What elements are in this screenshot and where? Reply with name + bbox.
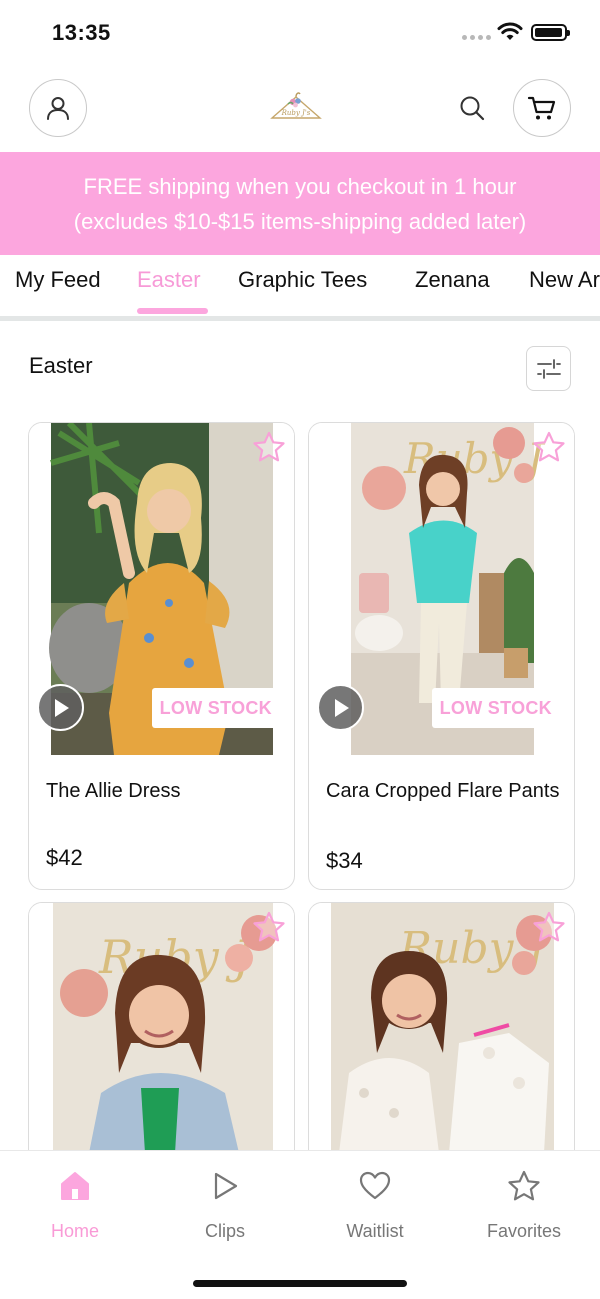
account-button[interactable] (29, 79, 87, 137)
hanger-logo-icon[interactable]: Ruby J's (268, 88, 324, 128)
category-tabs: My Feed Easter Graphic Tees Zenana New A… (0, 255, 600, 317)
section-title: Easter (29, 353, 93, 378)
favorite-star-icon[interactable] (532, 431, 566, 463)
favorite-star-icon[interactable] (252, 911, 286, 943)
nav-favorites[interactable]: Favorites (469, 1169, 579, 1242)
product-card[interactable]: LOW STOCK The Allie Dress $42 (28, 422, 295, 890)
nav-favorites-label: Favorites (486, 1221, 562, 1241)
person-icon (47, 97, 69, 120)
bottom-nav: Home Clips Waitlist Favorites (0, 1150, 600, 1299)
home-icon (61, 1172, 89, 1200)
product-name[interactable]: The Allie Dress (46, 776, 281, 806)
play-icon (54, 698, 69, 717)
active-tab-indicator (137, 308, 208, 314)
play-outline-icon (214, 1172, 238, 1200)
product-price: $34 (326, 848, 363, 873)
nav-home-label: Home (50, 1221, 99, 1241)
cart-button[interactable] (513, 79, 571, 137)
app-header: Ruby J's (0, 66, 600, 152)
wifi-icon (497, 22, 523, 40)
product-name[interactable]: Cara Cropped Flare Pants (326, 776, 561, 806)
tab-easter[interactable]: Easter (137, 267, 201, 293)
status-time: 13:35 (52, 20, 111, 45)
status-bar: 13:35 (0, 0, 600, 66)
favorite-star-icon[interactable] (252, 431, 286, 463)
promo-banner-line2: (excludes $10-$15 items-shipping added l… (73, 209, 527, 234)
nav-home[interactable]: Home (20, 1169, 130, 1242)
play-video-button[interactable] (317, 684, 364, 731)
search-button[interactable] (456, 92, 488, 124)
battery-icon (531, 24, 570, 41)
play-icon (334, 698, 349, 717)
product-card[interactable]: Ruby J LOW STOCK Cara Cropped Flare Pant… (308, 422, 575, 890)
nav-clips[interactable]: Clips (170, 1169, 280, 1242)
promo-banner[interactable]: FREE shipping when you checkout in 1 hou… (0, 152, 600, 255)
product-price: $42 (46, 845, 83, 870)
favorite-star-icon[interactable] (532, 911, 566, 943)
svg-text:Ruby J's: Ruby J's (281, 109, 311, 117)
tab-zenana[interactable]: Zenana (415, 267, 490, 293)
nav-clips-label: Clips (204, 1221, 245, 1241)
tab-new-arrivals[interactable]: New Ar (529, 267, 600, 293)
filter-button[interactable] (526, 346, 571, 391)
cart-icon (527, 96, 556, 120)
low-stock-badge: LOW STOCK (151, 688, 280, 728)
search-icon (460, 96, 485, 121)
nav-waitlist[interactable]: Waitlist (320, 1169, 430, 1242)
heart-icon (359, 1171, 391, 1200)
tabs-divider (0, 316, 600, 321)
star-icon (508, 1170, 540, 1201)
nav-waitlist-label: Waitlist (346, 1221, 404, 1241)
cellular-signal-icon (462, 35, 491, 40)
promo-banner-line1: FREE shipping when you checkout in 1 hou… (83, 174, 517, 199)
low-stock-badge: LOW STOCK (431, 688, 560, 728)
sliders-icon (536, 358, 561, 379)
tab-graphic-tees[interactable]: Graphic Tees (238, 267, 367, 293)
play-video-button[interactable] (37, 684, 84, 731)
tab-my-feed[interactable]: My Feed (15, 267, 101, 293)
home-indicator[interactable] (193, 1280, 407, 1287)
